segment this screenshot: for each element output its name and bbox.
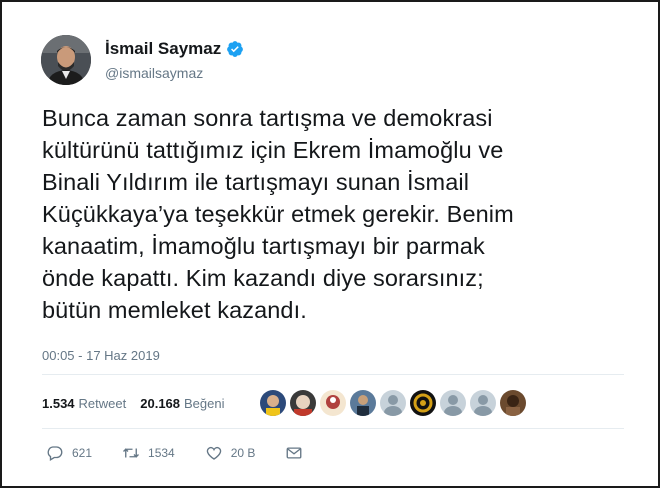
reply-count: 621 (72, 446, 93, 460)
author-handle[interactable]: @ismailsaymaz (105, 65, 203, 81)
tweet-line: önde kapattı. Kim kazandı diye sorarsını… (42, 265, 484, 291)
liker-avatar[interactable] (500, 390, 526, 416)
tweet-line: Binali Yıldırım ile tartışmayı sunan İsm… (42, 169, 470, 195)
like-label: Beğeni (184, 395, 225, 411)
tweet-card: İsmail Saymaz @ismailsaymaz Bunca zaman … (0, 0, 660, 488)
tweet-stats: 1.534 Retweet 20.168 Beğeni (42, 388, 239, 418)
liker-avatar[interactable] (320, 390, 346, 416)
name-row: İsmail Saymaz (105, 39, 244, 59)
retweet-count: 1.534 (42, 395, 75, 411)
retweet-stat[interactable]: 1.534 Retweet (42, 396, 126, 411)
divider (42, 374, 624, 375)
divider (42, 428, 624, 429)
liker-avatars (260, 390, 530, 416)
tweet-header: İsmail Saymaz @ismailsaymaz (41, 35, 601, 87)
liker-avatar[interactable] (290, 390, 316, 416)
tweet-text: Bunca zaman sonra tartışma ve demokrasi … (42, 102, 642, 326)
like-count: 20.168 (140, 395, 181, 411)
liker-avatar-default[interactable] (380, 390, 406, 416)
avatar[interactable] (41, 35, 91, 85)
retweet-action-count: 1534 (148, 446, 175, 460)
verified-badge-icon (227, 41, 244, 57)
tweet-timestamp[interactable]: 00:05 - 17 Haz 2019 (42, 348, 160, 363)
tweet-line: bütün memleket kazandı. (42, 297, 307, 323)
reply-button[interactable]: 621 (46, 444, 92, 462)
tweet-line: kültürünü tattığımız için Ekrem İmamoğlu… (42, 137, 504, 163)
like-stat[interactable]: 20.168 Beğeni (140, 396, 224, 411)
heart-icon (206, 446, 221, 460)
like-action-count: 20 B (230, 446, 256, 460)
envelope-icon (286, 447, 302, 459)
tweet-line: Küçükkaya’ya teşekkür etmek gerekir. Ben… (42, 201, 514, 227)
liker-avatar-default[interactable] (470, 390, 496, 416)
liker-avatar[interactable] (260, 390, 286, 416)
retweet-icon (123, 448, 140, 458)
liker-avatar[interactable] (350, 390, 376, 416)
liker-avatar[interactable] (410, 390, 436, 416)
author-name[interactable]: İsmail Saymaz (105, 39, 221, 59)
tweet-line: kanaatim, İmamoğlu tartışmayı bir parmak (42, 233, 485, 259)
reply-icon (47, 446, 63, 461)
retweet-button[interactable]: 1534 (122, 444, 175, 462)
direct-message-button[interactable] (285, 444, 303, 462)
like-button[interactable]: 20 B (205, 444, 256, 462)
tweet-actions: 621 1534 20 B (46, 442, 333, 464)
retweet-label: Retweet (78, 395, 127, 411)
liker-avatar-default[interactable] (440, 390, 466, 416)
tweet-line: Bunca zaman sonra tartışma ve demokrasi (42, 105, 493, 131)
